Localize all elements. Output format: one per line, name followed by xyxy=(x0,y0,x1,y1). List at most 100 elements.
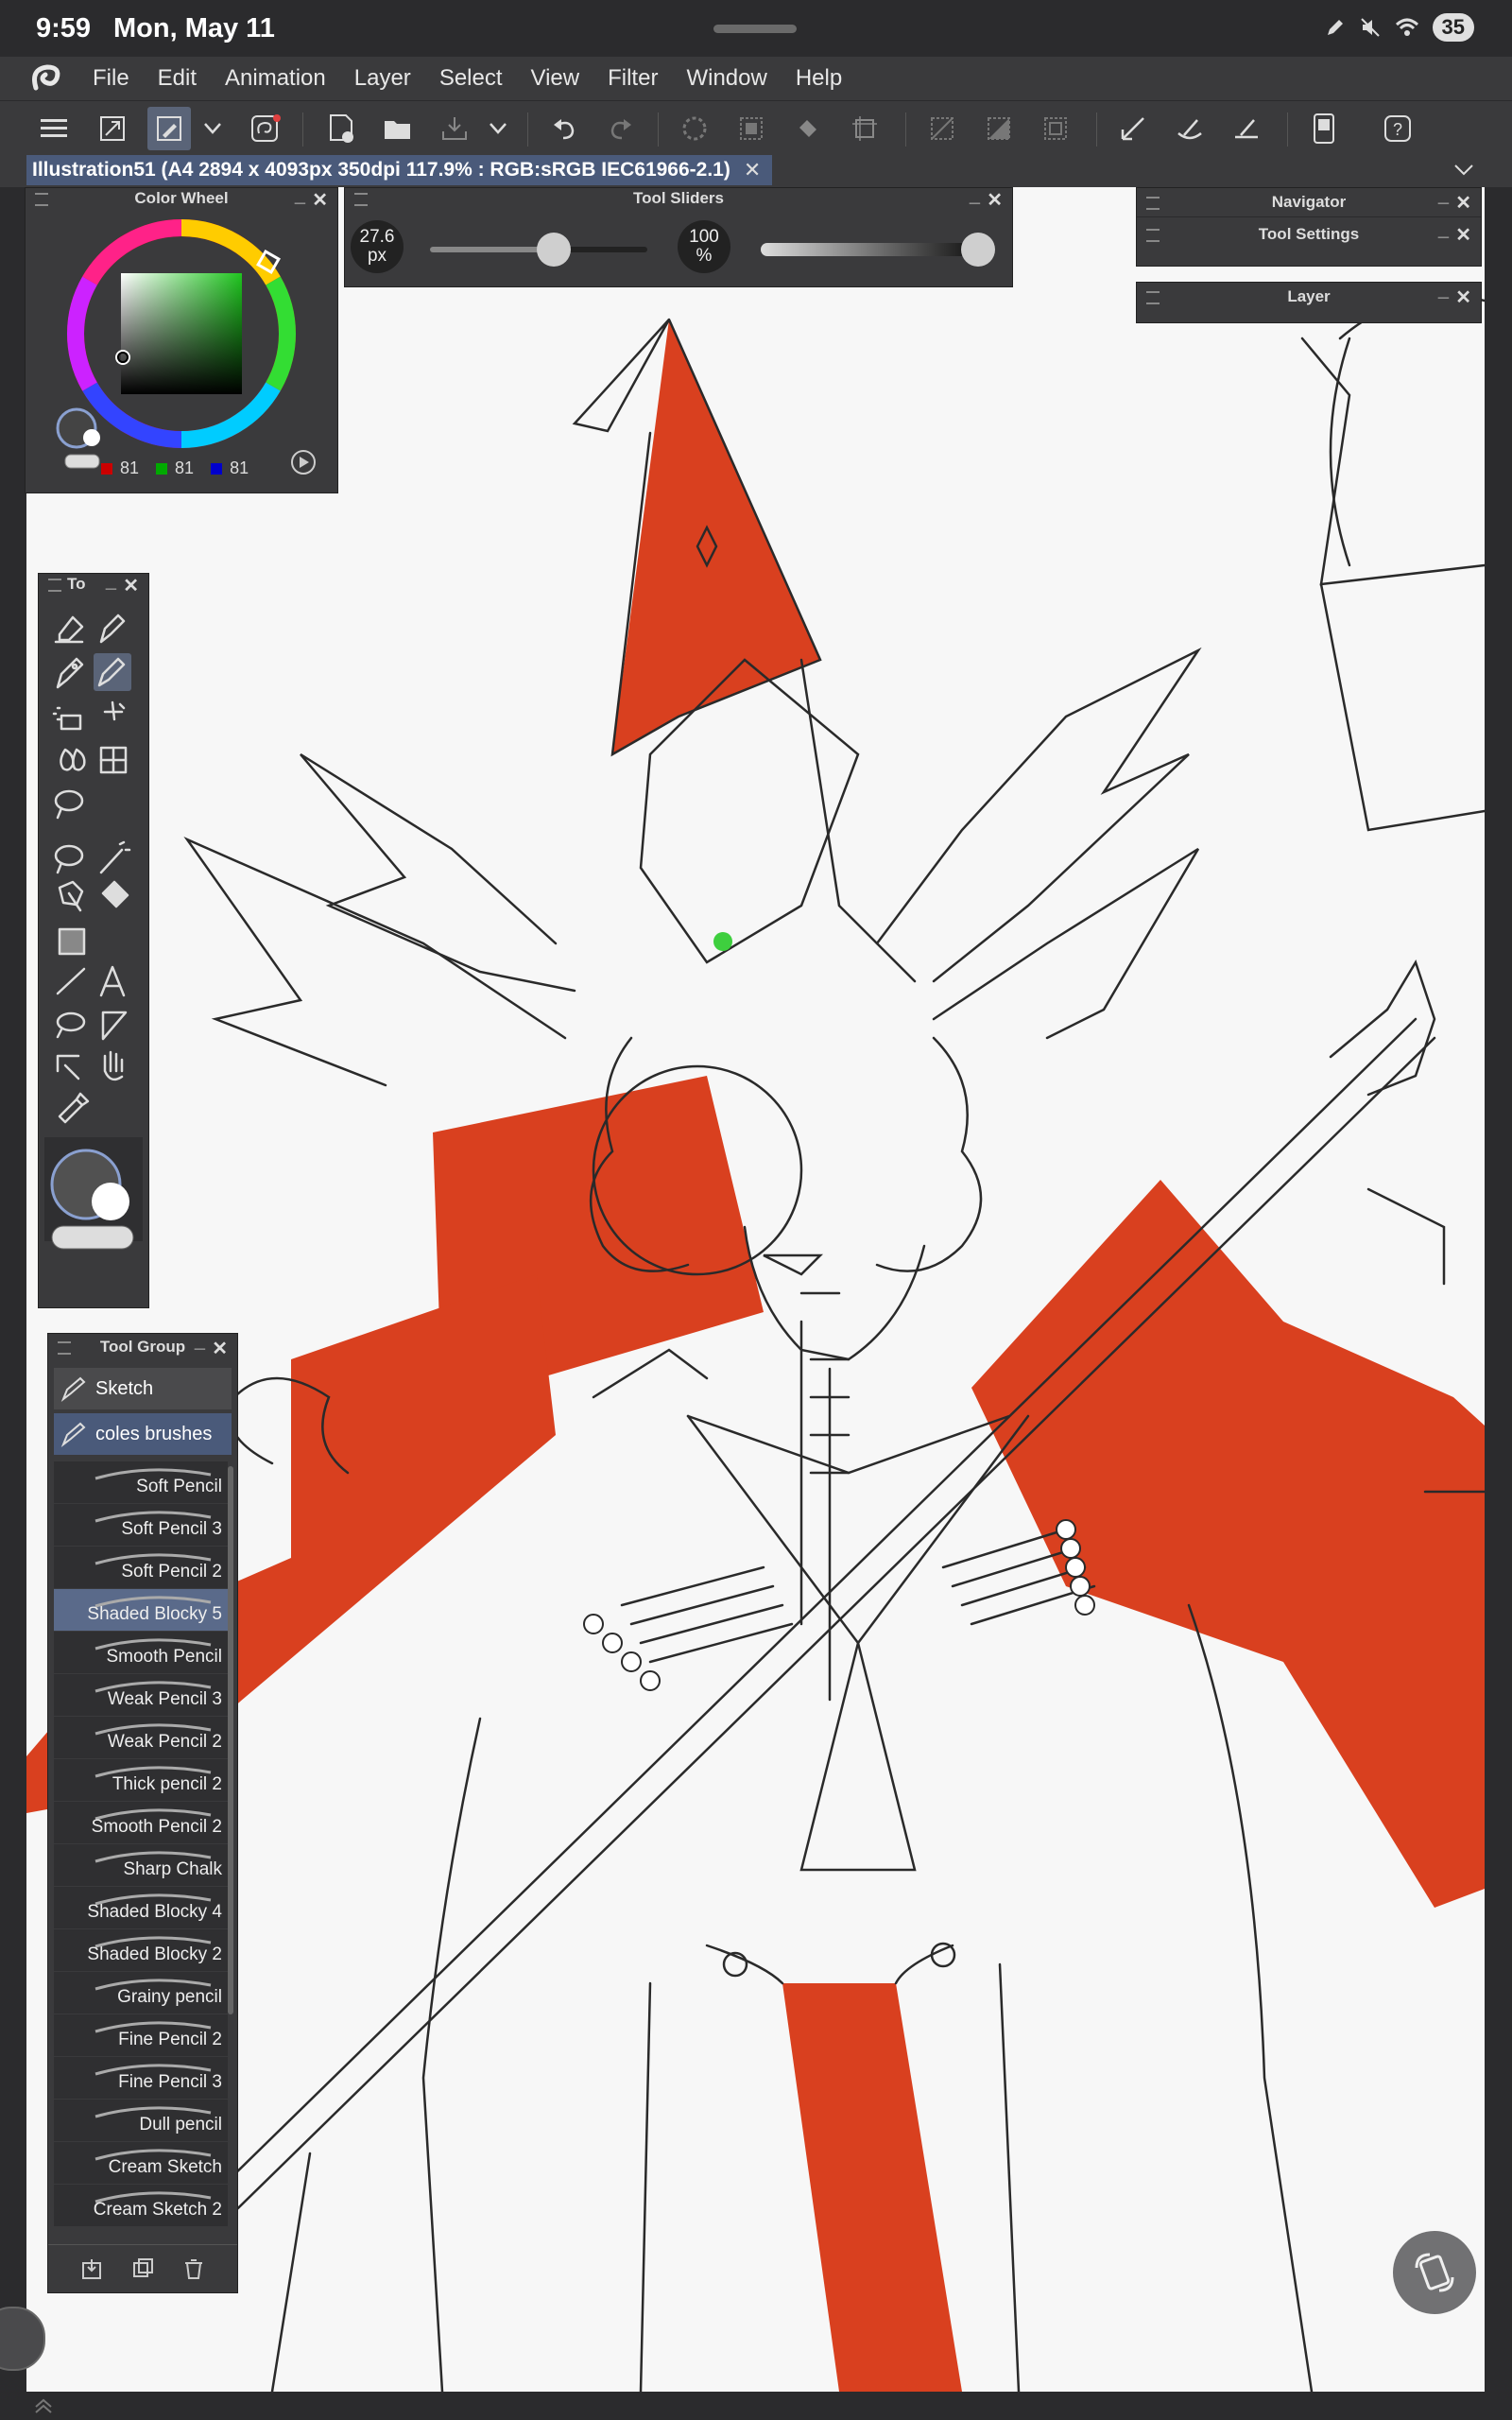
opacity-slider[interactable] xyxy=(761,233,995,267)
menu-select[interactable]: Select xyxy=(439,65,503,92)
selection-border-icon[interactable] xyxy=(1034,107,1077,150)
scrollbar[interactable] xyxy=(228,1466,233,2014)
eyedropper-icon[interactable] xyxy=(58,1092,90,1124)
pen-nib-icon[interactable] xyxy=(56,657,84,689)
lasso-fill-icon[interactable] xyxy=(54,789,84,820)
document-tab[interactable]: Illustration51 (A4 2894 x 4093px 350dpi … xyxy=(26,155,773,185)
menu-window[interactable]: Window xyxy=(686,65,766,92)
brush-list-item[interactable]: Fine Pencil 3 xyxy=(54,2057,228,2099)
brush-list-item[interactable]: Soft Pencil 3 xyxy=(54,1504,228,1546)
brush-list-item[interactable]: Shaded Blocky 2 xyxy=(54,1929,228,1971)
fullscreen-icon[interactable] xyxy=(91,107,134,150)
import-icon[interactable] xyxy=(80,2257,103,2280)
brush-list-item[interactable]: Dull pencil xyxy=(54,2100,228,2141)
fill-icon[interactable] xyxy=(786,107,830,150)
edit-mode-icon[interactable] xyxy=(147,107,191,150)
slider-knob[interactable] xyxy=(537,233,572,267)
brush-list-item[interactable]: Cream Sketch xyxy=(54,2142,228,2184)
panel-header[interactable]: Color Wheel _ ✕ xyxy=(26,185,337,212)
blend-icon[interactable] xyxy=(60,748,86,771)
invert-selection-icon[interactable] xyxy=(977,107,1021,150)
hamburger-menu-icon[interactable] xyxy=(32,107,76,150)
brush-list-item[interactable]: Smooth Pencil xyxy=(54,1632,228,1673)
close-icon[interactable]: ✕ xyxy=(123,574,139,597)
brush-list-item[interactable]: Smooth Pencil 2 xyxy=(54,1802,228,1843)
app-logo-icon[interactable] xyxy=(26,60,68,97)
menu-filter[interactable]: Filter xyxy=(608,65,658,92)
snap-curve-icon[interactable] xyxy=(1168,107,1211,150)
drag-grip-icon[interactable] xyxy=(48,579,61,592)
tool-group-custom[interactable]: coles brushes xyxy=(54,1413,232,1455)
companion-icon[interactable] xyxy=(244,107,287,150)
chevron-up-icon[interactable] xyxy=(34,2397,53,2414)
duplicate-icon[interactable] xyxy=(131,2257,154,2280)
brush-list-item[interactable]: Soft Pencil 2 xyxy=(54,1547,228,1588)
transparent-color-chip[interactable] xyxy=(51,1225,134,1250)
slider-knob[interactable] xyxy=(961,233,995,267)
drag-grip-icon[interactable] xyxy=(1146,291,1160,304)
brush-list-item[interactable]: Weak Pencil 2 xyxy=(54,1717,228,1758)
minimize-icon[interactable]: _ xyxy=(195,1331,205,1353)
chevron-down-icon[interactable] xyxy=(1453,163,1474,178)
tool-settings-header[interactable]: Tool Settings _ ✕ xyxy=(1137,216,1481,251)
new-canvas-icon[interactable] xyxy=(319,107,363,150)
minimize-icon[interactable]: _ xyxy=(1438,185,1449,207)
close-icon[interactable]: ✕ xyxy=(212,1337,228,1360)
close-icon[interactable]: ✕ xyxy=(987,188,1003,212)
transparent-swatch[interactable] xyxy=(64,454,100,469)
drawing-canvas[interactable] xyxy=(26,187,1485,2392)
close-icon[interactable]: ✕ xyxy=(1455,223,1471,247)
brush-list-item[interactable]: Shaded Blocky 4 xyxy=(54,1887,228,1928)
sub-color-swatch[interactable] xyxy=(83,429,100,446)
brush-list-item[interactable]: Cream Sketch 2 xyxy=(54,2185,228,2226)
save-icon[interactable] xyxy=(433,107,476,150)
pen-icon[interactable] xyxy=(99,614,126,644)
chevron-down-icon[interactable] xyxy=(484,107,512,150)
hand-icon[interactable] xyxy=(103,1050,124,1081)
panel-header[interactable]: Tool Sliders _ ✕ xyxy=(345,185,1012,212)
color-wheel[interactable] xyxy=(35,213,328,487)
menu-edit[interactable]: Edit xyxy=(158,65,197,92)
frame-icon[interactable] xyxy=(101,1011,128,1041)
ruler-snap-icon[interactable] xyxy=(1111,107,1155,150)
close-icon[interactable]: ✕ xyxy=(1455,191,1471,215)
open-folder-icon[interactable] xyxy=(376,107,420,150)
lasso-select-icon[interactable] xyxy=(54,844,84,874)
play-icon[interactable] xyxy=(288,447,318,477)
panel-header[interactable]: Tool Group _ ✕ xyxy=(48,1331,237,1360)
trash-icon[interactable] xyxy=(182,2257,205,2280)
close-icon[interactable]: ✕ xyxy=(312,188,328,212)
navigator-header[interactable]: Navigator _ ✕ xyxy=(1137,185,1481,216)
eraser-icon[interactable] xyxy=(54,615,84,644)
edge-keyboard-icon[interactable] xyxy=(1302,107,1346,150)
drag-grip-icon[interactable] xyxy=(35,193,48,206)
chevron-down-icon[interactable] xyxy=(198,107,227,150)
loading-spinner-icon[interactable] xyxy=(673,107,716,150)
liquify-icon[interactable] xyxy=(99,746,128,774)
panel-header[interactable]: To _ ✕ xyxy=(39,571,148,597)
clear-layer-icon[interactable] xyxy=(730,107,773,150)
drag-grip-icon[interactable] xyxy=(1146,197,1160,210)
redo-icon[interactable] xyxy=(599,107,643,150)
ellipse-icon[interactable] xyxy=(56,1011,86,1039)
rotate-canvas-button[interactable] xyxy=(1393,2231,1476,2314)
brush-size-slider[interactable] xyxy=(430,233,647,267)
brush-list-item[interactable]: Sharp Chalk xyxy=(54,1844,228,1886)
menu-file[interactable]: File xyxy=(93,65,129,92)
close-icon[interactable]: ✕ xyxy=(1455,285,1471,309)
menu-help[interactable]: Help xyxy=(796,65,842,92)
sub-color-chip[interactable] xyxy=(92,1183,129,1220)
deselect-icon[interactable] xyxy=(920,107,964,150)
snap-line-icon[interactable] xyxy=(1225,107,1268,150)
line-icon[interactable] xyxy=(56,967,86,995)
text-icon[interactable] xyxy=(99,965,126,997)
brush-list-item[interactable]: Soft Pencil xyxy=(54,1461,228,1503)
undo-icon[interactable] xyxy=(542,107,586,150)
operation-icon[interactable] xyxy=(56,1054,80,1080)
transform-icon[interactable] xyxy=(843,107,886,150)
brush-list-item[interactable]: Thick pencil 2 xyxy=(54,1759,228,1801)
drag-grip-icon[interactable] xyxy=(58,1341,71,1355)
minimize-icon[interactable]: _ xyxy=(970,185,980,207)
tool-group-sketch[interactable]: Sketch xyxy=(54,1368,232,1409)
help-icon[interactable]: ? xyxy=(1376,107,1419,150)
